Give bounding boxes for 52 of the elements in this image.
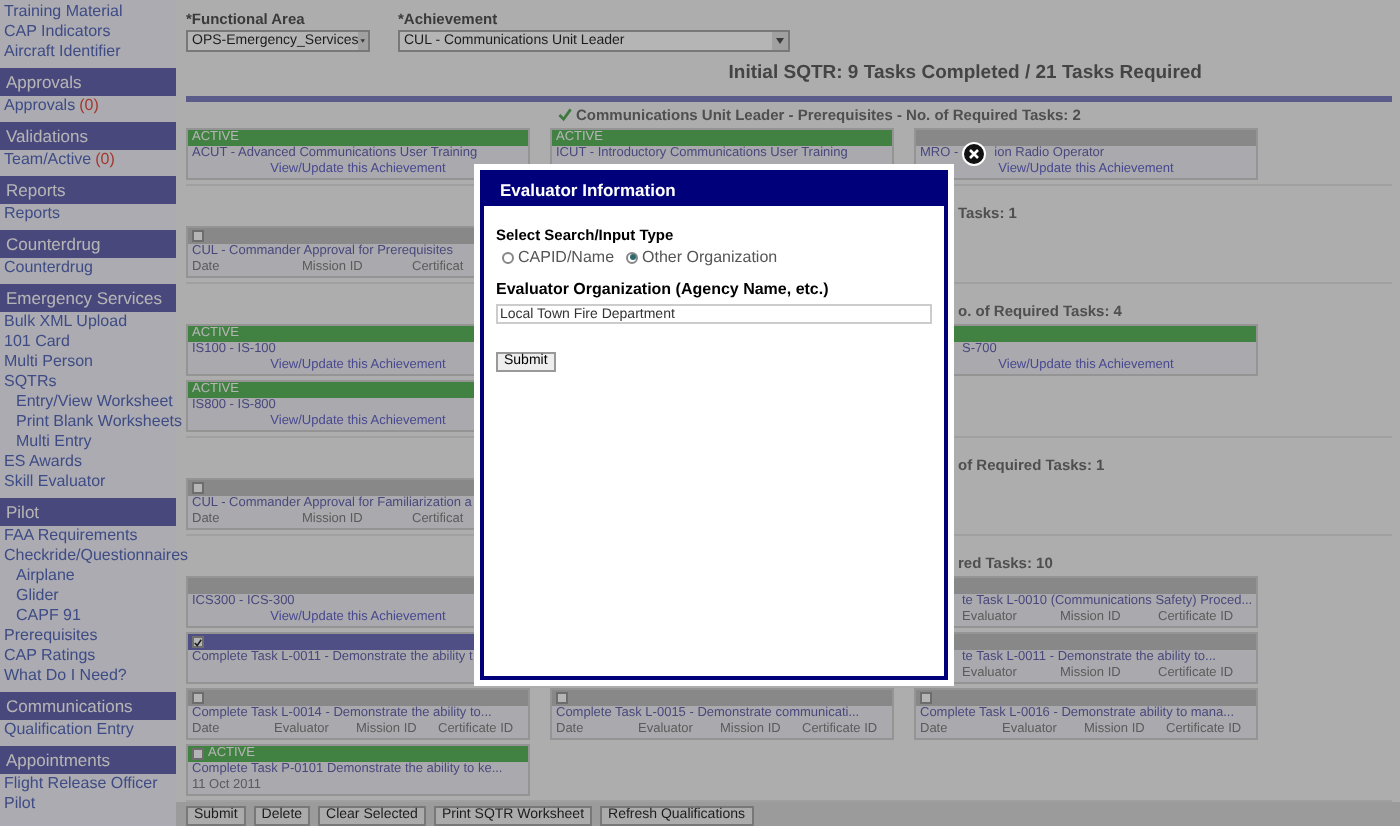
sidebar-link[interactable]: 101 Card [4,332,70,352]
sidebar-link[interactable]: FAA Requirements [4,526,138,546]
sidebar-link[interactable]: Approvals [4,96,76,116]
radio-option[interactable]: CAPID/Name [502,246,615,268]
sidebar-heading: Appointments [0,746,176,774]
sidebar-link[interactable]: Aircraft Identifier [4,42,121,62]
checkbox[interactable] [192,482,204,494]
sidebar-heading: Approvals [0,68,176,96]
sidebar-link[interactable]: Multi Entry [16,432,92,452]
sidebar-link[interactable]: Entry/View Worksheet [16,392,173,412]
dialog-title: Evaluator Information [484,174,944,206]
summary-title: Initial SQTR: 9 Tasks Completed / 21 Tasks Required [728,59,1202,88]
sidebar-link[interactable]: Prerequisites [4,626,98,646]
checkbox[interactable] [556,692,568,704]
sidebar-heading: Pilot [0,498,176,526]
sidebar-link[interactable]: Bulk XML Upload [4,312,128,332]
sidebar-link[interactable]: Qualification Entry [4,720,134,740]
field-label: Evaluator Organization (Agency Name, etc.) [496,280,831,300]
sidebar-link[interactable]: CAP Indicators [4,22,111,42]
caret-icon [358,32,368,50]
sidebar-link[interactable]: Print Blank Worksheets [16,412,182,432]
sidebar-link[interactable]: Flight Release Officer [4,774,158,794]
checkbox[interactable] [192,692,204,704]
check-icon [194,637,202,647]
sidebar-heading: Validations [0,122,176,150]
sidebar-link[interactable]: Counterdrug [4,258,93,278]
sidebar-heading: Counterdrug [0,230,176,258]
checkbox[interactable] [192,636,204,648]
checkbox[interactable] [192,230,204,242]
sidebar-link[interactable]: ES Awards [4,452,82,472]
checkbox[interactable] [920,692,932,704]
sidebar-link[interactable]: Reports [4,204,61,224]
sidebar-link[interactable]: CAPF 91 [16,606,81,626]
count-label: (0) [79,96,99,116]
sidebar-link[interactable]: Checkride/Questionnaires [4,546,189,566]
count-label: (0) [95,150,115,170]
sidebar-link[interactable]: CAP Ratings [4,646,96,666]
sidebar-link[interactable]: Glider [16,586,59,606]
sidebar-link[interactable]: Training Material [4,2,123,22]
caret-icon [772,32,788,50]
sidebar-heading: Reports [0,176,176,204]
radio-option[interactable]: Other Organization [626,246,778,268]
sidebar-link[interactable]: Multi Person [4,352,93,372]
checkbox[interactable] [192,748,204,760]
sidebar-link[interactable]: Airplane [16,566,75,586]
sidebar-link[interactable]: SQTRs [4,372,57,392]
sidebar-heading: Communications [0,692,176,720]
sidebar-link[interactable]: Pilot [4,794,36,814]
sidebar-link[interactable]: What Do I Need? [4,666,127,686]
sidebar-link[interactable]: Skill Evaluator [4,472,106,492]
sidebar-link[interactable]: Team/Active [4,150,92,170]
sidebar-heading: Emergency Services [0,284,176,312]
